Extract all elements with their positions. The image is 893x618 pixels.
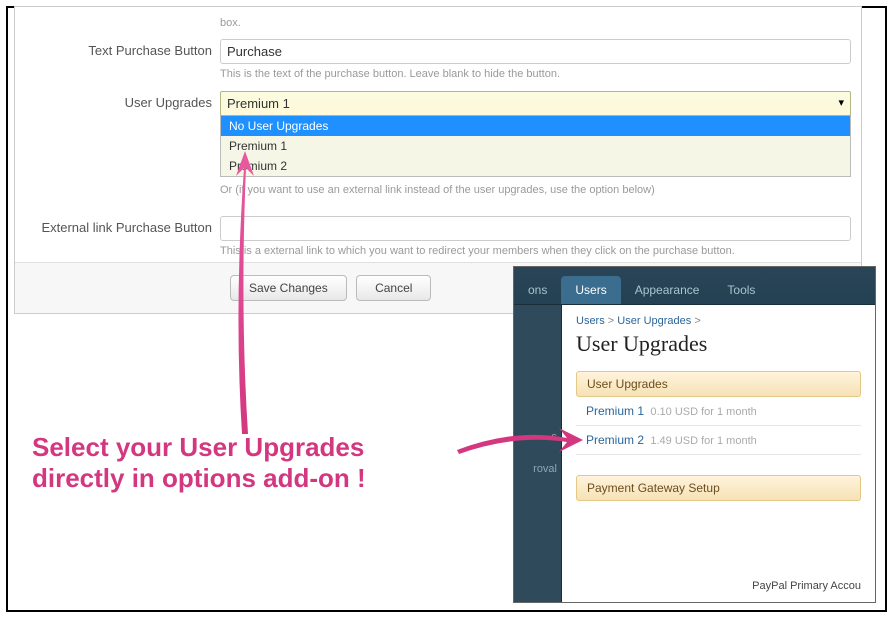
admin-content: Users > User Upgrades > User Upgrades Us…	[562, 305, 875, 602]
dropdown-option[interactable]: No User Upgrades	[221, 116, 850, 136]
tab-users[interactable]: Users	[561, 276, 620, 304]
upgrade-name: Premium 2	[586, 433, 644, 447]
admin-sidebar: s roval	[514, 305, 562, 602]
external-link-input[interactable]	[220, 216, 851, 241]
crumb-upgrades[interactable]: User Upgrades	[617, 315, 691, 327]
tab-tools[interactable]: Tools	[713, 276, 769, 304]
hint-external-link: This is a external link to which you wan…	[220, 244, 851, 259]
section-payment: Payment Gateway Setup	[576, 475, 861, 501]
cancel-button[interactable]: Cancel	[356, 275, 431, 301]
sidebar-fragment: s	[518, 431, 557, 443]
row-text-purchase: Text Purchase Button This is the text of…	[15, 33, 861, 84]
breadcrumb: Users > User Upgrades >	[576, 315, 861, 327]
footer-fragment: PayPal Primary Accou	[752, 580, 861, 592]
label-text-purchase: Text Purchase Button	[25, 39, 220, 58]
label-user-upgrades: User Upgrades	[25, 91, 220, 110]
admin-tabs: ons Users Appearance Tools	[514, 267, 875, 305]
save-button[interactable]: Save Changes	[230, 275, 347, 301]
hint-text-purchase: This is the text of the purchase button.…	[220, 67, 851, 82]
upgrade-meta: 1.49 USD for 1 month	[650, 435, 756, 447]
upgrade-name: Premium 1	[586, 404, 644, 418]
hint-user-upgrades: Or (if you want to use an external link …	[220, 183, 851, 198]
admin-inset-panel: ons Users Appearance Tools s roval Users…	[513, 266, 876, 603]
section-user-upgrades: User Upgrades	[576, 371, 861, 397]
upgrade-item-row[interactable]: Premium 1 0.10 USD for 1 month	[576, 397, 861, 426]
tab-partial[interactable]: ons	[514, 276, 561, 304]
dropdown-option[interactable]: Premium 1	[221, 136, 850, 156]
page-title: User Upgrades	[576, 331, 861, 357]
row-user-upgrades: User Upgrades Premium 1 No User Upgrades…	[15, 85, 861, 200]
row-external-link: External link Purchase Button This is a …	[15, 210, 861, 261]
upgrade-item-row[interactable]: Premium 2 1.49 USD for 1 month	[576, 426, 861, 455]
annotation-callout: Select your User Upgrades directly in op…	[32, 432, 366, 494]
label-external-link: External link Purchase Button	[25, 216, 220, 235]
row-top-fragment: box.	[15, 7, 861, 33]
crumb-users[interactable]: Users	[576, 315, 605, 327]
user-upgrades-select[interactable]: Premium 1	[220, 91, 851, 116]
tab-appearance[interactable]: Appearance	[621, 276, 714, 304]
hint-top: box.	[220, 16, 851, 31]
text-purchase-input[interactable]	[220, 39, 851, 64]
upgrade-meta: 0.10 USD for 1 month	[650, 406, 756, 418]
dropdown-option[interactable]: Premium 2	[221, 156, 850, 176]
sidebar-fragment: roval	[518, 463, 557, 475]
user-upgrades-dropdown: No User Upgrades Premium 1 Premium 2	[220, 115, 851, 177]
